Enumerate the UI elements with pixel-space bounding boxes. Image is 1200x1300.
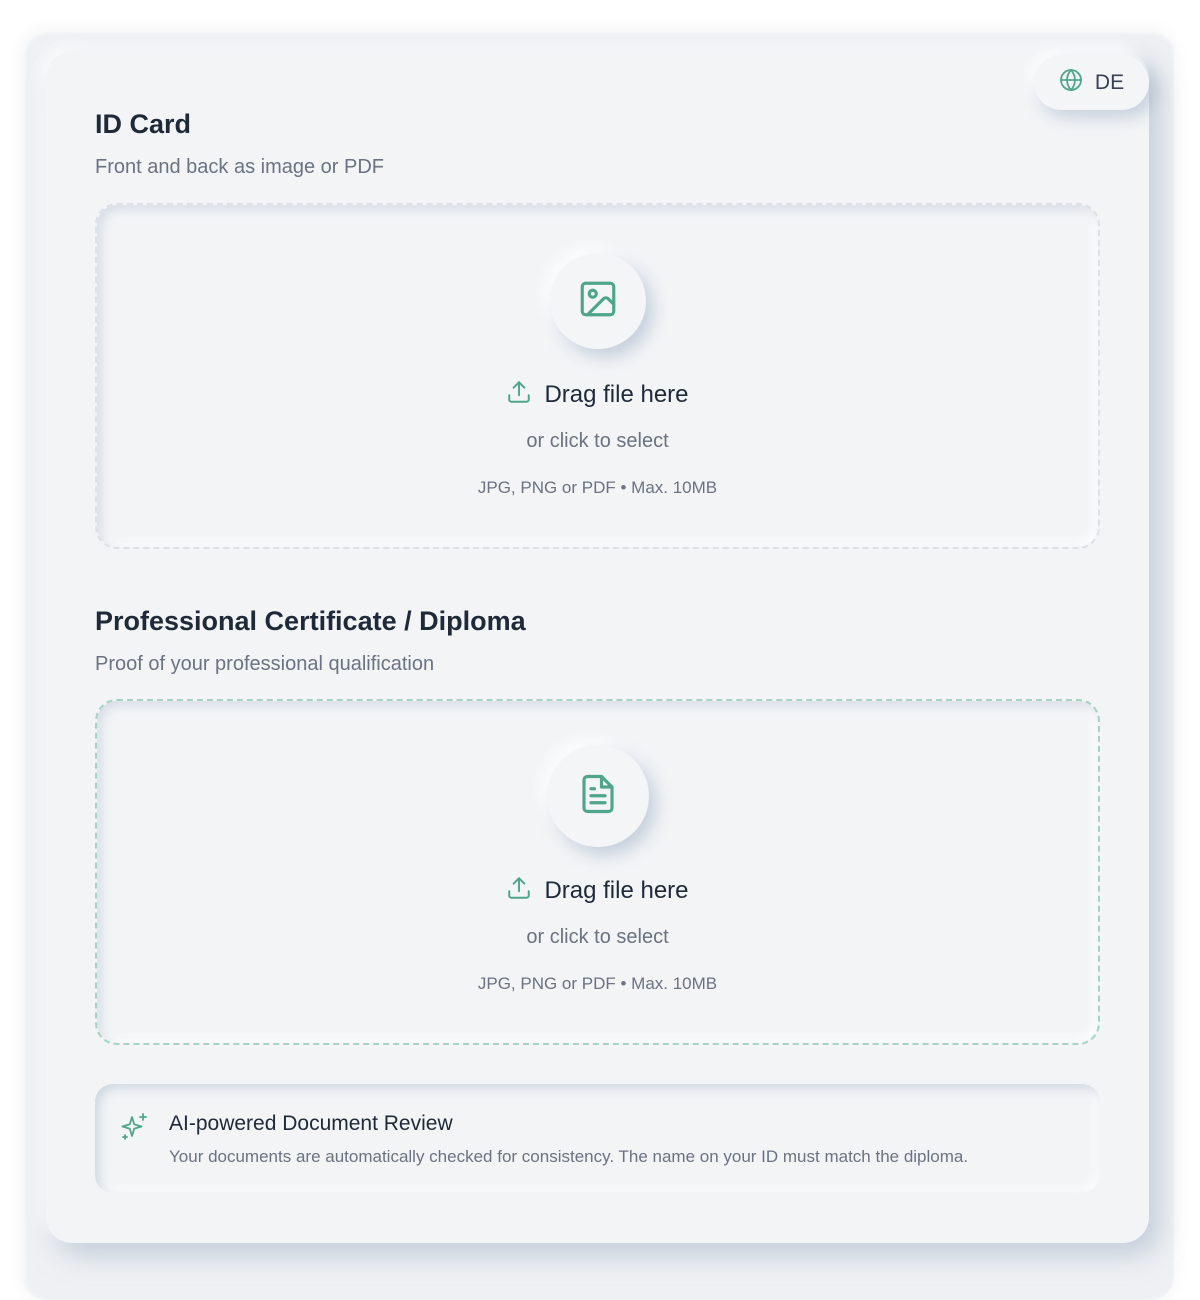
ai-review-text: Your documents are automatically checked…	[169, 1147, 969, 1166]
upload-icon	[506, 379, 532, 410]
id-card-subtitle: Front and back as image or PDF	[95, 156, 385, 178]
diploma-title: Professional Certificate / Diploma	[95, 606, 526, 636]
id-card-title: ID Card	[95, 109, 192, 139]
diploma-drag-label: Drag file here	[544, 876, 689, 904]
image-icon	[577, 278, 619, 325]
diploma-icon-badge	[547, 745, 649, 847]
id-card-or-label: or click to select	[526, 430, 669, 452]
id-card-drag-label: Drag file here	[544, 380, 689, 408]
diploma-formats: JPG, PNG or PDF • Max. 10MB	[477, 974, 718, 993]
id-card-dropzone[interactable]: Drag file here or click to select JPG, P…	[95, 203, 1100, 549]
diploma-subtitle: Proof of your professional qualification	[95, 653, 435, 675]
sparkles-icon	[119, 1111, 151, 1143]
id-card-formats: JPG, PNG or PDF • Max. 10MB	[477, 478, 718, 497]
document-icon	[577, 773, 619, 820]
ai-review-notice: AI-powered Document Review Your document…	[95, 1084, 1100, 1193]
diploma-or-label: or click to select	[526, 926, 669, 948]
language-label: DE	[1094, 70, 1125, 94]
language-switch-button[interactable]: DE	[1034, 55, 1149, 110]
diploma-drag-row: Drag file here	[97, 875, 1098, 906]
upload-icon	[506, 875, 532, 906]
globe-icon	[1059, 68, 1083, 97]
ai-review-title: AI-powered Document Review	[169, 1112, 453, 1135]
id-card-icon-badge	[550, 253, 646, 349]
id-card-drag-row: Drag file here	[97, 379, 1098, 410]
diploma-dropzone[interactable]: Drag file here or click to select JPG, P…	[95, 699, 1100, 1045]
